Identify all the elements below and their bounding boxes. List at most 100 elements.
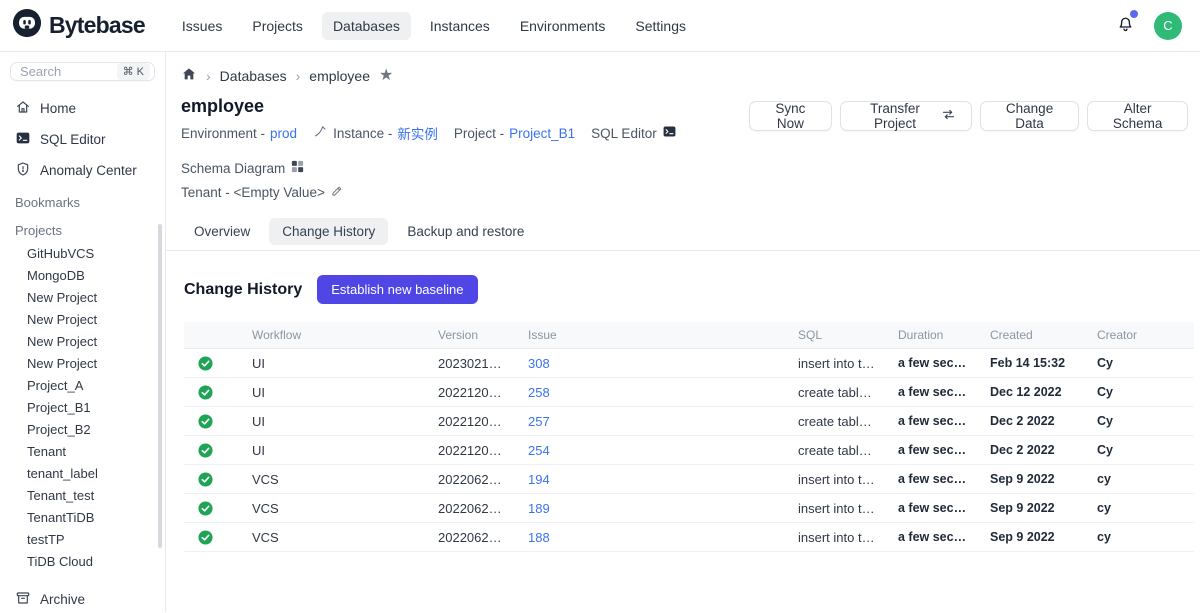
column-header[interactable]: Issue [518, 322, 788, 349]
change-data-button[interactable]: Change Data [980, 101, 1079, 131]
bookmarks-section-label: Bookmarks [0, 186, 165, 214]
page-title: employee [181, 96, 749, 117]
workflow-cell: VCS [242, 523, 428, 552]
alter-schema-button[interactable]: Alter Schema [1087, 101, 1188, 131]
instance-label: Instance - [333, 126, 392, 141]
column-header[interactable]: Duration [888, 322, 980, 349]
tab[interactable]: Backup and restore [394, 218, 537, 245]
instance-engine-icon [313, 124, 328, 142]
sql-cell: insert into test values(1) [788, 523, 888, 552]
column-header-status[interactable] [184, 322, 242, 349]
sidebar-project-item[interactable]: Tenant [0, 440, 165, 462]
sidebar-item-archive[interactable]: Archive [0, 584, 165, 613]
edit-pencil-icon[interactable] [330, 184, 344, 201]
sidebar: Search ⌘ K Home SQL Editor [0, 52, 166, 612]
issue-link[interactable]: 254 [528, 443, 550, 458]
sidebar-project-item[interactable]: Project_A [0, 374, 165, 396]
tenant-label: Tenant - <Empty Value> [181, 185, 325, 200]
sidebar-project-item[interactable]: testTP [0, 528, 165, 550]
issue-link[interactable]: 258 [528, 385, 550, 400]
column-header[interactable]: Creator [1087, 322, 1194, 349]
success-check-icon [198, 501, 232, 516]
sidebar-project-list: GitHubVCSMongoDBNew ProjectNew ProjectNe… [0, 242, 165, 572]
user-avatar[interactable]: C [1154, 12, 1182, 40]
establish-baseline-button[interactable]: Establish new baseline [317, 275, 477, 304]
sidebar-scrollbar[interactable] [158, 224, 162, 548]
workflow-cell: UI [242, 436, 428, 465]
sidebar-project-item[interactable]: TiDB Cloud [0, 550, 165, 572]
issue-link[interactable]: 189 [528, 501, 550, 516]
notifications-button[interactable] [1115, 13, 1136, 39]
environment-link[interactable]: prod [270, 126, 297, 141]
column-header[interactable]: Workflow [242, 322, 428, 349]
project-link[interactable]: Project_B1 [509, 126, 575, 141]
creator-cell: cy [1087, 523, 1194, 552]
sidebar-item-anomaly-center[interactable]: Anomaly Center [0, 155, 165, 186]
issue-link[interactable]: 188 [528, 530, 550, 545]
breadcrumb-employee[interactable]: employee [309, 68, 370, 84]
tab[interactable]: Change History [269, 218, 388, 245]
sidebar-project-item[interactable]: New Project [0, 352, 165, 374]
success-check-icon [198, 443, 232, 458]
transfer-project-button[interactable]: Transfer Project [840, 101, 972, 131]
nav-link[interactable]: Projects [241, 12, 314, 40]
bytebase-logo[interactable]: Bytebase [12, 8, 145, 43]
sidebar-project-item[interactable]: Project_B2 [0, 418, 165, 440]
duration-cell: a few seconds [888, 436, 980, 465]
bytebase-logo-icon [12, 8, 42, 43]
workflow-cell: VCS [242, 494, 428, 523]
tab[interactable]: Overview [181, 218, 263, 245]
archive-icon [15, 590, 31, 609]
nav-link[interactable]: Databases [322, 12, 411, 40]
sidebar-project-item[interactable]: New Project [0, 286, 165, 308]
change-history-row[interactable]: UI 20221202081843 258 create table test7… [184, 378, 1194, 407]
main-nav: Issues Projects Databases Instances Environm… [171, 12, 697, 40]
change-history-table: WorkflowVersionIssueSQLDurationCreatedCr… [184, 322, 1194, 552]
creator-cell: cy [1087, 494, 1194, 523]
version-cell: 202206270011 [428, 494, 518, 523]
duration-cell: a few seconds [888, 407, 980, 436]
bell-icon [1115, 21, 1136, 38]
database-actions: Sync Now Transfer Project Change Data Al… [749, 101, 1188, 131]
issue-link[interactable]: 308 [528, 356, 550, 371]
search-input[interactable]: Search ⌘ K [10, 62, 155, 81]
terminal-icon [15, 130, 31, 149]
nav-link[interactable]: Issues [171, 12, 233, 40]
nav-link[interactable]: Instances [419, 12, 501, 40]
change-history-row[interactable]: UI 20230214072448 308 insert into test v… [184, 349, 1194, 378]
breadcrumb-databases[interactable]: Databases [220, 68, 287, 84]
sidebar-project-item[interactable]: TenantTiDB [0, 506, 165, 528]
bookmark-star-icon[interactable]: ★ [379, 68, 393, 84]
success-check-icon [198, 385, 232, 400]
workflow-cell: UI [242, 378, 428, 407]
sidebar-project-item[interactable]: New Project [0, 308, 165, 330]
nav-link[interactable]: Environments [509, 12, 617, 40]
change-history-row[interactable]: UI 20221202081649 257 create table test7… [184, 407, 1194, 436]
created-cell: Sep 9 2022 [980, 494, 1087, 523]
sql-editor-shortcut[interactable]: SQL Editor [591, 124, 677, 142]
column-header[interactable]: Version [428, 322, 518, 349]
schema-diagram-shortcut[interactable]: Schema Diagram [181, 159, 305, 177]
change-history-row[interactable]: VCS 202206270013 194 insert into test va… [184, 465, 1194, 494]
column-header[interactable]: Created [980, 322, 1087, 349]
column-header[interactable]: SQL [788, 322, 888, 349]
change-history-row[interactable]: VCS 202206270011 189 insert into test va… [184, 494, 1194, 523]
sidebar-project-item[interactable]: tenant_label [0, 462, 165, 484]
sidebar-project-item[interactable]: Project_B1 [0, 396, 165, 418]
sidebar-item-sql-editor[interactable]: SQL Editor [0, 124, 165, 155]
nav-link[interactable]: Settings [624, 12, 697, 40]
issue-link[interactable]: 194 [528, 472, 550, 487]
sidebar-item-home[interactable]: Home [0, 93, 165, 124]
environment-label: Environment - [181, 126, 265, 141]
issue-link[interactable]: 257 [528, 414, 550, 429]
change-history-row[interactable]: VCS 202206270010 188 insert into test va… [184, 523, 1194, 552]
sidebar-project-item[interactable]: New Project [0, 330, 165, 352]
instance-link[interactable]: 新实例 [397, 123, 438, 143]
success-check-icon [198, 414, 232, 429]
breadcrumb-home-icon[interactable] [181, 66, 197, 85]
sidebar-project-item[interactable]: MongoDB [0, 264, 165, 286]
sidebar-project-item[interactable]: GitHubVCS [0, 242, 165, 264]
sidebar-project-item[interactable]: Tenant_test [0, 484, 165, 506]
change-history-row[interactable]: UI 20221202074022 254 create table test1… [184, 436, 1194, 465]
sync-now-button[interactable]: Sync Now [749, 101, 833, 131]
